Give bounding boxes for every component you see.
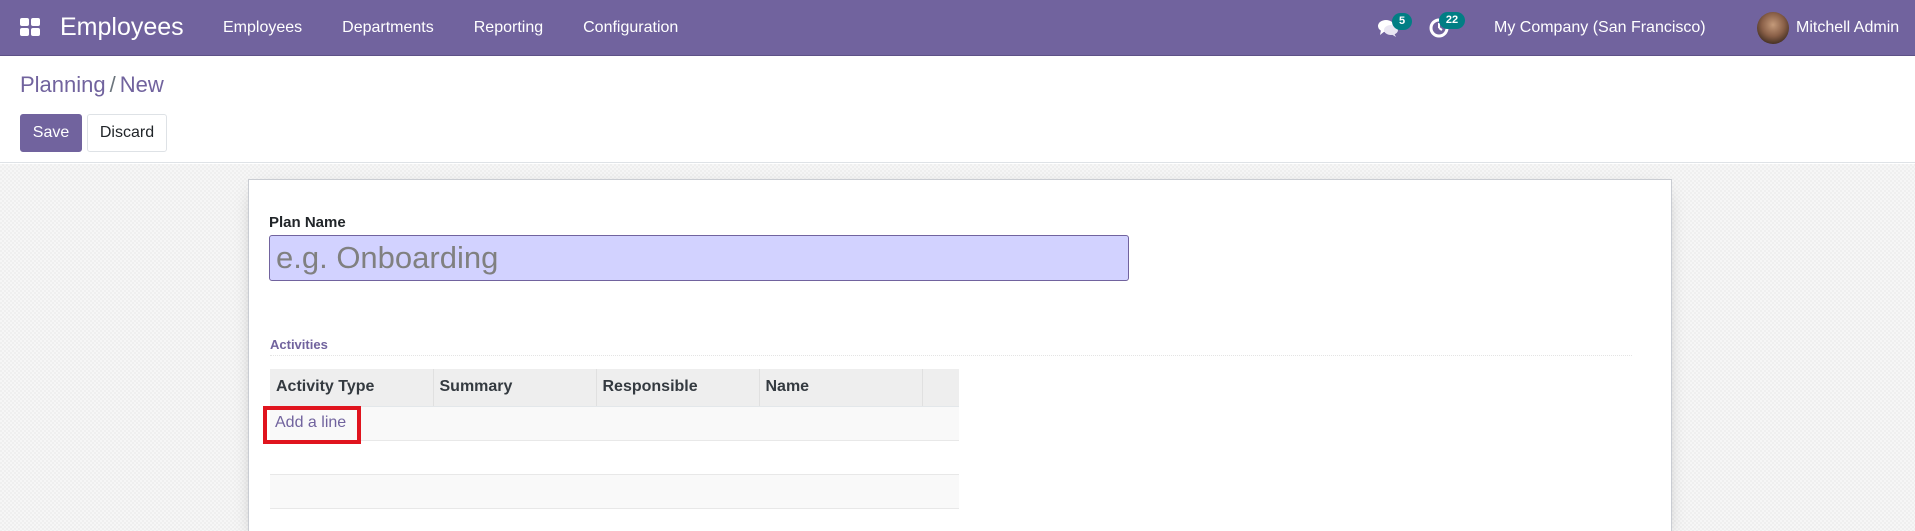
discard-button[interactable]: Discard <box>87 114 167 152</box>
breadcrumb-item-planning[interactable]: Planning <box>20 72 106 97</box>
column-header-actions <box>922 369 959 407</box>
column-header-summary[interactable]: Summary <box>433 369 597 407</box>
breadcrumb-item-current: New <box>119 72 164 97</box>
table-header-row: Activity Type Summary Responsible Name <box>270 369 959 407</box>
plan-name-input[interactable] <box>269 235 1129 281</box>
messages-count-badge: 5 <box>1392 13 1412 30</box>
main-menu: Employees Departments Reporting Configur… <box>223 0 718 56</box>
column-header-name[interactable]: Name <box>759 369 923 407</box>
user-avatar[interactable] <box>1757 12 1789 44</box>
empty-row <box>270 474 959 509</box>
add-line-row: Add a line <box>270 406 959 441</box>
user-menu[interactable]: Mitchell Admin <box>1796 0 1899 56</box>
menu-item-configuration[interactable]: Configuration <box>583 0 678 56</box>
save-button[interactable]: Save <box>20 114 82 152</box>
activities-section-title: Activities <box>270 337 328 352</box>
breadcrumb: Planning / New <box>20 71 164 99</box>
breadcrumb-separator: / <box>109 72 116 97</box>
plan-name-label: Plan Name <box>269 214 346 231</box>
menu-item-employees[interactable]: Employees <box>223 0 302 56</box>
top-navbar: Employees Employees Departments Reportin… <box>0 0 1915 56</box>
app-name[interactable]: Employees <box>60 12 184 42</box>
column-header-activity-type[interactable]: Activity Type <box>270 369 434 407</box>
menu-item-departments[interactable]: Departments <box>342 0 434 56</box>
apps-grid-icon[interactable] <box>20 18 40 36</box>
add-a-line-link[interactable]: Add a line <box>270 414 346 431</box>
activities-count-badge: 22 <box>1439 12 1465 29</box>
company-switcher[interactable]: My Company (San Francisco) <box>1494 0 1706 56</box>
empty-row <box>270 440 959 475</box>
control-panel: Planning / New Save Discard <box>0 56 1915 163</box>
section-separator <box>270 355 1632 356</box>
activities-table: Activity Type Summary Responsible Name A… <box>270 369 959 509</box>
menu-item-reporting[interactable]: Reporting <box>474 0 543 56</box>
column-header-responsible[interactable]: Responsible <box>596 369 760 407</box>
